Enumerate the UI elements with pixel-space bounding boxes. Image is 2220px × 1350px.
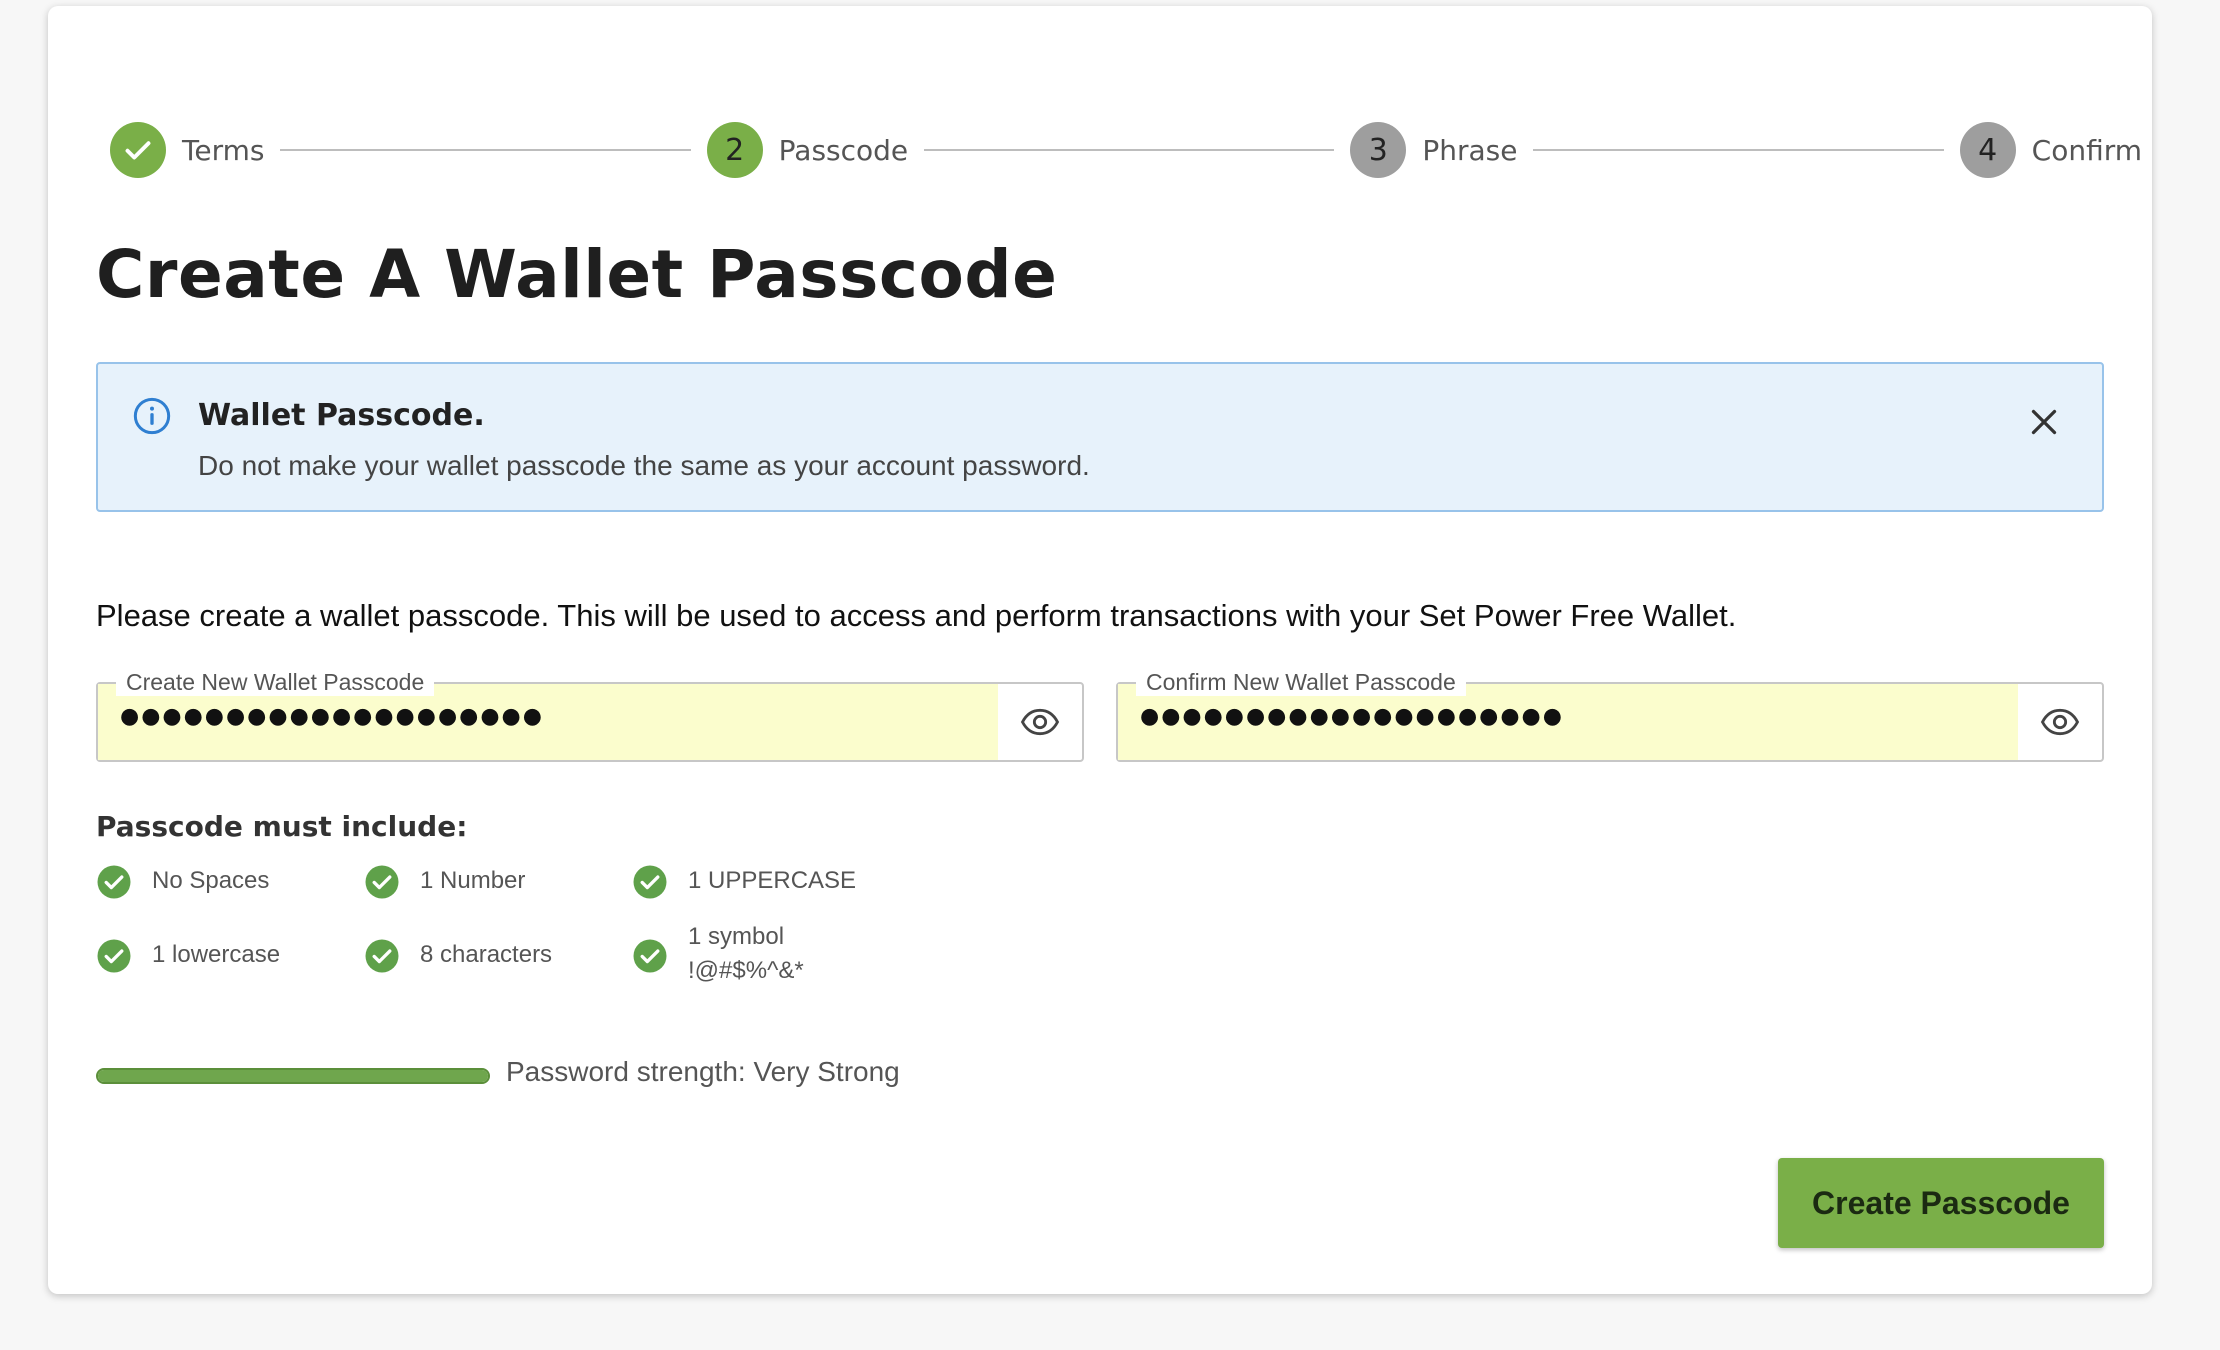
requirement-symbol-text: 1 symbol bbox=[688, 923, 785, 950]
page-title: Create A Wallet Passcode bbox=[96, 236, 1058, 313]
step-confirm-number: 4 bbox=[1959, 122, 2016, 178]
step-phrase-number: 3 bbox=[1350, 122, 1407, 178]
requirement-length: 8 characters bbox=[364, 938, 552, 974]
alert-title: Wallet Passcode. bbox=[198, 398, 485, 433]
check-circle-icon bbox=[97, 939, 131, 973]
confirm-passcode-input[interactable]: ●●●●●●●●●●●●●●●●●●●● bbox=[1140, 704, 2000, 729]
step-phrase-label: Phrase bbox=[1422, 133, 1518, 167]
step-connector bbox=[924, 149, 1335, 151]
requirement-symbol: 1 symbol !@#$%^&* bbox=[632, 923, 804, 988]
wallet-passcode-card: Terms 2 Passcode 3 Phrase 4 Confirm Crea… bbox=[48, 6, 2152, 1294]
stepper: Terms 2 Passcode 3 Phrase 4 Confirm bbox=[110, 120, 2142, 180]
check-circle-icon bbox=[633, 865, 667, 899]
requirement-text: 1 lowercase bbox=[152, 941, 281, 968]
step-connector bbox=[1533, 149, 1944, 151]
close-icon[interactable] bbox=[2026, 404, 2062, 440]
requirement-text: 1 Number bbox=[420, 867, 526, 894]
check-circle-icon bbox=[365, 939, 399, 973]
step-passcode-label: Passcode bbox=[778, 133, 909, 167]
create-passcode-button[interactable]: Create Passcode bbox=[1778, 1158, 2104, 1248]
strength-label: Password strength: Very Strong bbox=[506, 1056, 900, 1087]
eye-icon[interactable] bbox=[2038, 702, 2082, 742]
strength-meter bbox=[96, 1068, 490, 1084]
requirement-number: 1 Number bbox=[364, 864, 525, 900]
requirement-uppercase: 1 UPPERCASE bbox=[632, 864, 856, 900]
check-circle-icon bbox=[633, 939, 667, 973]
requirement-text: 1 UPPERCASE bbox=[688, 867, 857, 894]
step-connector bbox=[280, 149, 691, 151]
requirement-lowercase: 1 lowercase bbox=[96, 938, 280, 974]
create-passcode-input[interactable]: ●●●●●●●●●●●●●●●●●●●● bbox=[120, 704, 980, 729]
step-terms-label: Terms bbox=[182, 133, 265, 167]
requirements-title: Passcode must include: bbox=[96, 810, 468, 843]
confirm-passcode-field[interactable]: Confirm New Wallet Passcode ●●●●●●●●●●●●… bbox=[1116, 668, 2104, 762]
requirement-no-spaces: No Spaces bbox=[96, 864, 269, 900]
check-circle-icon bbox=[97, 865, 131, 899]
create-passcode-label: Create New Wallet Passcode bbox=[116, 668, 435, 696]
requirement-text: No Spaces bbox=[152, 867, 270, 894]
info-icon bbox=[133, 397, 171, 435]
eye-icon[interactable] bbox=[1018, 702, 1062, 742]
check-circle-icon bbox=[365, 865, 399, 899]
create-passcode-field[interactable]: Create New Wallet Passcode ●●●●●●●●●●●●●… bbox=[96, 668, 1084, 762]
strength-meter-fill bbox=[98, 1070, 488, 1082]
intro-text: Please create a wallet passcode. This wi… bbox=[96, 598, 1737, 633]
requirement-symbol-list: !@#$%^&* bbox=[688, 957, 804, 984]
confirm-passcode-label: Confirm New Wallet Passcode bbox=[1136, 668, 1466, 696]
step-confirm: 4 Confirm bbox=[1959, 122, 2143, 178]
step-phrase: 3 Phrase bbox=[1350, 122, 1517, 178]
step-passcode-number: 2 bbox=[706, 122, 763, 178]
requirement-text: 8 characters bbox=[420, 941, 553, 968]
requirement-text: 1 symbol !@#$%^&* bbox=[688, 920, 804, 988]
info-alert: Wallet Passcode. Do not make your wallet… bbox=[96, 362, 2104, 512]
step-terms: Terms bbox=[110, 122, 264, 178]
step-passcode: 2 Passcode bbox=[706, 122, 909, 178]
step-confirm-label: Confirm bbox=[2031, 133, 2143, 167]
step-terms-check-icon bbox=[110, 122, 166, 178]
alert-text: Do not make your wallet passcode the sam… bbox=[198, 450, 1090, 481]
